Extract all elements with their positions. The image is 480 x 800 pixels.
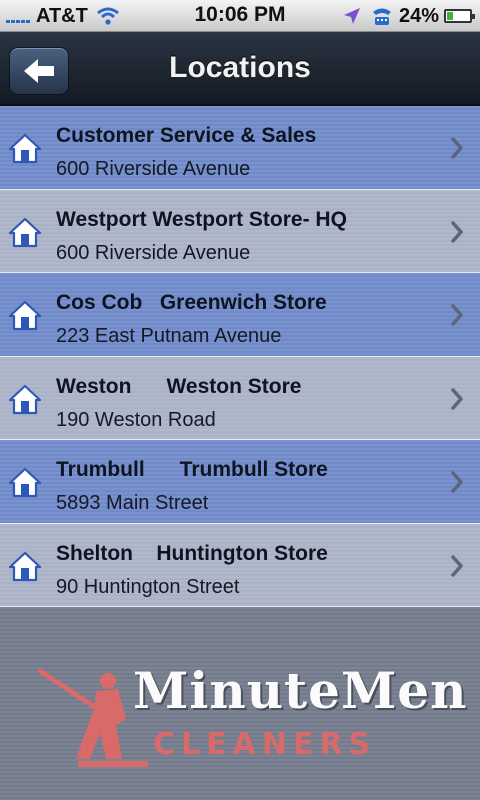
location-row-1[interactable]: Customer Service & Sales 600 Riverside A… bbox=[0, 106, 480, 190]
location-address: 90 Huntington Street bbox=[56, 575, 240, 598]
home-icon bbox=[8, 133, 42, 164]
status-bar: AT&T 10:06 PM 24% bbox=[0, 0, 480, 32]
location-row-2[interactable]: Westport Westport Store- HQ 600 Riversid… bbox=[0, 189, 480, 273]
nav-bar: Locations bbox=[0, 32, 480, 106]
location-row-4[interactable]: Weston Weston Store 190 Weston Road bbox=[0, 356, 480, 440]
location-row-6[interactable]: Shelton Huntington Store 90 Huntington S… bbox=[0, 523, 480, 607]
page-title: Locations bbox=[169, 51, 311, 84]
location-title: Weston Weston Store bbox=[56, 374, 302, 398]
location-address: 600 Riverside Avenue bbox=[56, 241, 251, 264]
chevron-right-icon bbox=[451, 387, 463, 410]
status-right: 24% bbox=[343, 4, 475, 28]
home-icon bbox=[8, 467, 42, 498]
minute-men-cleaners-logo: MinuteMen CLEANERS bbox=[38, 659, 466, 769]
location-address: 190 Weston Road bbox=[56, 408, 216, 431]
home-icon bbox=[8, 300, 42, 331]
location-title: Customer Service & Sales bbox=[56, 124, 317, 147]
location-address: 600 Riverside Avenue bbox=[56, 158, 251, 180]
tty-icon bbox=[372, 8, 391, 25]
battery-percent: 24% bbox=[398, 4, 439, 27]
location-title: Trumbull Trumbull Store bbox=[56, 458, 328, 481]
chevron-right-icon bbox=[451, 554, 463, 577]
footer: MinuteMen CLEANERS bbox=[0, 607, 480, 800]
home-icon bbox=[8, 217, 42, 247]
home-icon bbox=[8, 551, 42, 581]
chevron-right-icon bbox=[451, 137, 463, 159]
location-address: 5893 Main Street bbox=[56, 492, 209, 514]
location-title: Westport Westport Store- HQ bbox=[56, 207, 347, 231]
home-icon bbox=[8, 384, 42, 414]
location-title: Cos Cob Greenwich Store bbox=[56, 291, 327, 314]
chevron-right-icon bbox=[451, 220, 463, 243]
location-address: 223 East Putnam Avenue bbox=[56, 325, 282, 347]
logo-subtitle: CLEANERS bbox=[153, 727, 377, 762]
battery-level bbox=[447, 12, 453, 20]
chevron-right-icon bbox=[451, 304, 463, 326]
logo-wordmark: MinuteMen bbox=[133, 661, 468, 720]
chevron-right-icon bbox=[451, 471, 463, 493]
battery-icon bbox=[444, 9, 475, 23]
location-services-icon bbox=[343, 8, 360, 24]
location-row-5[interactable]: Trumbull Trumbull Store 5893 Main Street bbox=[0, 440, 480, 524]
location-list: Customer Service & Sales 600 Riverside A… bbox=[0, 106, 480, 607]
location-row-3[interactable]: Cos Cob Greenwich Store 223 East Putnam … bbox=[0, 273, 480, 357]
location-title: Shelton Huntington Store bbox=[56, 541, 328, 565]
